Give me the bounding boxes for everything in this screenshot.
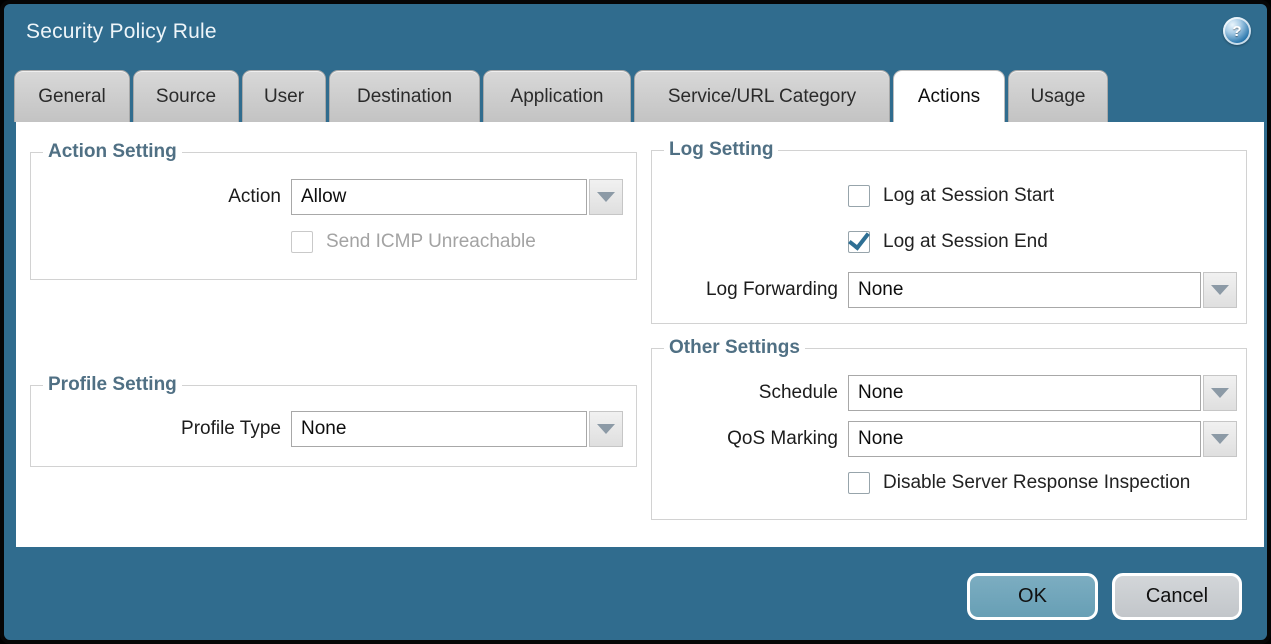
qos-marking-dropdown-value[interactable]: None (848, 421, 1201, 457)
help-button[interactable]: ? (1223, 17, 1251, 45)
profile-setting-group: Profile Setting Profile Type None (30, 385, 637, 467)
profile-type-dropdown-value[interactable]: None (291, 411, 587, 447)
tab-bar: General Source User Destination Applicat… (14, 70, 1108, 122)
tab-usage[interactable]: Usage (1008, 70, 1108, 122)
action-row: Action Allow (31, 179, 623, 215)
tab-user[interactable]: User (242, 70, 326, 122)
qos-marking-label: QoS Marking (652, 428, 848, 450)
schedule-dropdown[interactable]: None (848, 375, 1237, 411)
security-policy-rule-dialog: Security Policy Rule ? General Source Us… (0, 0, 1271, 644)
schedule-dropdown-button[interactable] (1203, 375, 1237, 411)
qos-marking-dropdown-button[interactable] (1203, 421, 1237, 457)
chevron-down-icon (1211, 388, 1229, 398)
log-session-end-checkbox-row[interactable]: Log at Session End (848, 231, 1048, 253)
log-session-start-checkbox[interactable] (848, 185, 870, 207)
qos-marking-dropdown[interactable]: None (848, 421, 1237, 457)
chevron-down-icon (1211, 434, 1229, 444)
schedule-row: Schedule None (652, 375, 1237, 411)
tab-application[interactable]: Application (483, 70, 631, 122)
log-session-end-checkbox[interactable] (848, 231, 870, 253)
other-settings-legend: Other Settings (664, 337, 805, 359)
action-dropdown-value[interactable]: Allow (291, 179, 587, 215)
log-setting-group: Log Setting Log at Session Start Log at … (651, 150, 1247, 324)
log-forwarding-dropdown-button[interactable] (1203, 272, 1237, 308)
chevron-down-icon (597, 424, 615, 434)
chevron-down-icon (597, 192, 615, 202)
question-mark-icon: ? (1232, 23, 1241, 40)
tab-content-panel: Action Setting Action Allow Send ICMP Un… (16, 122, 1264, 547)
schedule-dropdown-value[interactable]: None (848, 375, 1201, 411)
log-setting-legend: Log Setting (664, 139, 778, 161)
profile-type-dropdown[interactable]: None (291, 411, 623, 447)
send-icmp-checkbox-row[interactable]: Send ICMP Unreachable (291, 231, 536, 253)
log-forwarding-label: Log Forwarding (652, 279, 848, 301)
tab-actions[interactable]: Actions (893, 70, 1005, 122)
tab-service-url-category[interactable]: Service/URL Category (634, 70, 890, 122)
dsri-checkbox-row[interactable]: Disable Server Response Inspection (848, 472, 1190, 494)
tab-general[interactable]: General (14, 70, 130, 122)
ok-button[interactable]: OK (967, 573, 1098, 620)
action-setting-group: Action Setting Action Allow Send ICMP Un… (30, 152, 637, 280)
profile-type-row: Profile Type None (31, 411, 623, 447)
profile-setting-legend: Profile Setting (43, 374, 182, 396)
dsri-checkbox[interactable] (848, 472, 870, 494)
log-session-end-label: Log at Session End (883, 231, 1048, 253)
action-dropdown-button[interactable] (589, 179, 623, 215)
action-label: Action (31, 186, 291, 208)
log-forwarding-dropdown[interactable]: None (848, 272, 1237, 308)
qos-marking-row: QoS Marking None (652, 421, 1237, 457)
action-setting-legend: Action Setting (43, 141, 182, 163)
dialog-title: Security Policy Rule (26, 20, 217, 44)
other-settings-group: Other Settings Schedule None QoS Marking… (651, 348, 1247, 520)
send-icmp-label: Send ICMP Unreachable (326, 231, 536, 253)
log-session-start-label: Log at Session Start (883, 185, 1054, 207)
schedule-label: Schedule (652, 382, 848, 404)
tab-destination[interactable]: Destination (329, 70, 480, 122)
log-forwarding-row: Log Forwarding None (652, 272, 1237, 308)
chevron-down-icon (1211, 285, 1229, 295)
profile-type-dropdown-button[interactable] (589, 411, 623, 447)
profile-type-label: Profile Type (31, 418, 291, 440)
cancel-button[interactable]: Cancel (1112, 573, 1242, 620)
send-icmp-checkbox[interactable] (291, 231, 313, 253)
log-forwarding-dropdown-value[interactable]: None (848, 272, 1201, 308)
log-session-start-checkbox-row[interactable]: Log at Session Start (848, 185, 1054, 207)
tab-source[interactable]: Source (133, 70, 239, 122)
action-dropdown[interactable]: Allow (291, 179, 623, 215)
dsri-label: Disable Server Response Inspection (883, 472, 1190, 494)
